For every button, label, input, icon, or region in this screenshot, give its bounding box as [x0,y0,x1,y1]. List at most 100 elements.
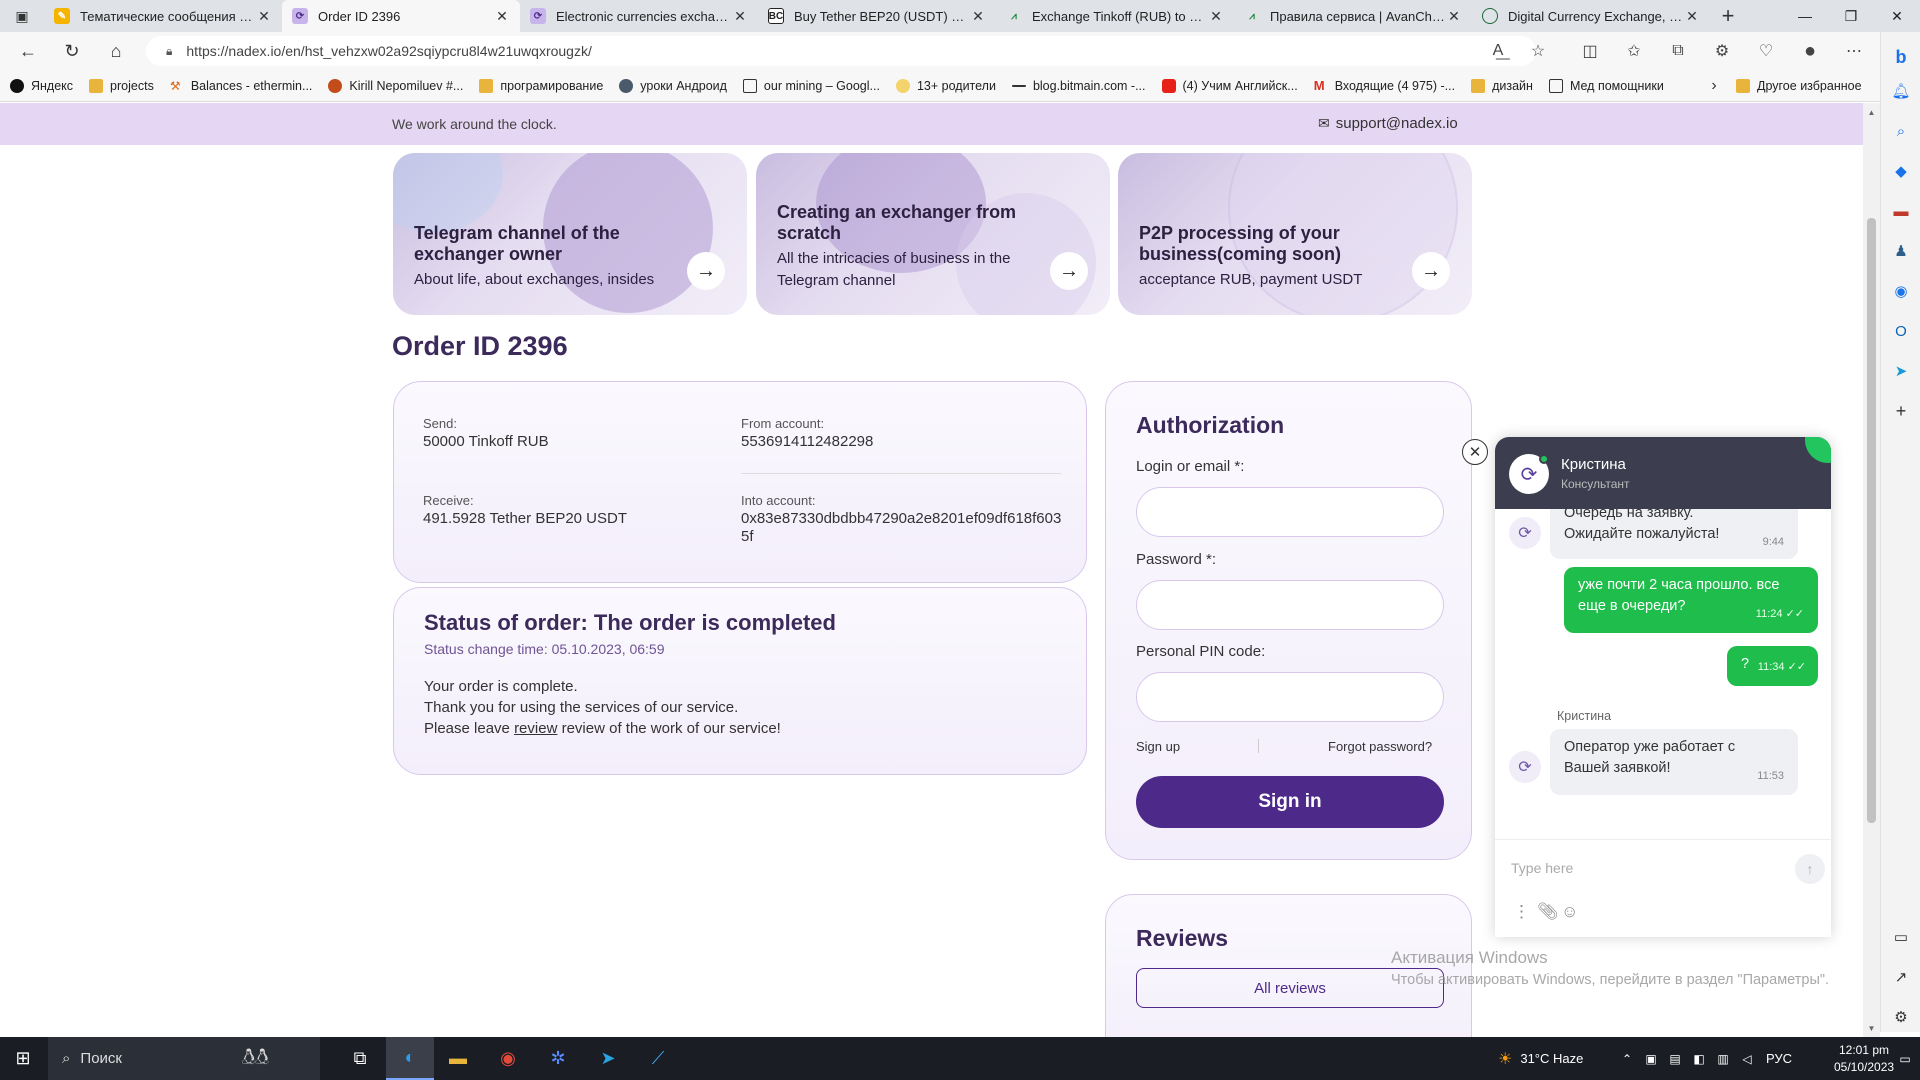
send-icon[interactable]: ➤ [1881,356,1920,386]
close-window-icon[interactable]: ✕ [1874,0,1920,32]
chat-input[interactable]: Type here [1511,860,1573,876]
bell-icon[interactable]: 🔔︎ [1881,76,1920,106]
browser-tab[interactable]: BC Buy Tether BEP20 (USDT) with Ti ✕ [758,0,996,32]
weather-widget[interactable]: ☀ 31°C Haze [1498,1037,1583,1080]
edge-icon[interactable]: ◐ [386,1037,434,1080]
telegram-icon[interactable]: ➤ [584,1037,632,1080]
more-menu-icon[interactable]: ⋯ [1832,36,1876,66]
volume-icon[interactable]: ◁ [1736,1037,1758,1080]
scroll-down-icon[interactable]: ▼ [1863,1021,1880,1035]
bookmark-item[interactable]: Kirill Nepomiluev #... [328,78,463,93]
pin-input[interactable] [1136,672,1444,722]
outlook-icon[interactable]: O [1881,316,1920,346]
app-wing-icon[interactable]: ⟋ [634,1037,682,1080]
bookmark-item[interactable]: (4) Учим Английск... [1161,78,1298,93]
collections-icon[interactable]: ⧉ [1656,36,1700,66]
address-bar[interactable]: 🔒︎ https://nadex.io/en/hst_vehzxw02a92sq… [146,36,1536,66]
office-icon[interactable]: ◉ [1881,276,1920,306]
more-vertical-icon[interactable]: ⋮ [1513,902,1530,922]
bookmark-item[interactable]: Яндекс [10,78,73,93]
promo-card-p2p[interactable]: P2P processing of your business(coming s… [1118,153,1472,315]
file-explorer-icon[interactable]: ▬ [434,1037,482,1080]
tray-app-icon[interactable]: ▤ [1664,1037,1686,1080]
forgot-password-link[interactable]: Forgot password? [1328,739,1432,754]
browser-tab[interactable]: ⩘ Правила сервиса | AvanChange ✕ [1234,0,1472,32]
games-icon[interactable]: ♟ [1881,236,1920,266]
add-icon[interactable]: + [1881,396,1920,426]
split-screen-icon[interactable]: ◫ [1568,36,1612,66]
back-icon[interactable]: ← [6,32,50,70]
sign-in-button[interactable]: Sign in [1136,776,1444,828]
bookmark-item[interactable]: 13+ родители [895,78,996,93]
password-input[interactable] [1136,580,1444,630]
bing-copilot-icon[interactable]: b [1881,42,1920,72]
windows-start-icon[interactable]: ⊞ [0,1037,46,1080]
arrow-right-icon[interactable]: → [687,252,725,290]
bookmark-item[interactable]: ⚒ Balances - ethermin... [170,79,313,93]
search-icon[interactable]: ⌕ [1881,116,1920,146]
page-scrollbar[interactable]: ▲ ▼ [1863,103,1880,1037]
taskbar-search[interactable]: ⌕ Поиск 🐧︎🐧︎ [48,1037,320,1080]
home-icon[interactable]: ⌂ [94,32,138,70]
arrow-right-icon[interactable]: → [1412,252,1450,290]
profile-avatar[interactable]: ● [1788,36,1832,66]
close-icon[interactable]: ✕ [256,8,272,25]
restore-icon[interactable]: ❐ [1828,0,1874,32]
chat-messages[interactable]: ⟳ Очередь на заявку. Ожидайте пожалуйста… [1495,509,1831,839]
app-icon[interactable]: ✲ [534,1037,582,1080]
toolbox-icon[interactable]: ▬ [1881,196,1920,226]
review-link[interactable]: review [514,720,557,737]
support-email-link[interactable]: ✉ support@nadex.io [1318,115,1458,132]
bookmark-item[interactable]: projects [89,78,154,93]
bookmark-item[interactable]: програмирование [479,78,603,93]
favorites-icon[interactable]: ✩ [1612,36,1656,66]
bookmark-item[interactable]: Мед помощники [1548,78,1664,93]
chrome-icon[interactable]: ◉ [484,1037,532,1080]
browser-essentials-icon[interactable]: ♡ [1744,36,1788,66]
chat-close-icon[interactable]: ✕ [1462,439,1488,465]
login-input[interactable] [1136,487,1444,537]
network-icon[interactable]: ▥ [1712,1037,1734,1080]
other-bookmarks[interactable]: Другое избранное [1736,70,1862,102]
settings-icon[interactable]: ⚙ [1881,1002,1920,1032]
scroll-up-icon[interactable]: ▲ [1863,105,1880,119]
tab-actions-icon[interactable]: ▣ [0,0,44,32]
read-aloud-icon[interactable]: A͟ [1478,36,1518,66]
shopping-tag-icon[interactable]: ◆ [1881,156,1920,186]
browser-tab[interactable]: Digital Currency Exchange, Buyin ✕ [1472,0,1710,32]
favorite-star-icon[interactable]: ☆ [1518,36,1558,66]
browser-tab[interactable]: ⟳ Electronic currencies exchanger ✕ [520,0,758,32]
chevron-right-icon[interactable]: › [1700,70,1728,102]
tray-app-icon[interactable]: ▣ [1640,1037,1662,1080]
language-indicator[interactable]: РУС [1766,1037,1792,1080]
promo-card-exchanger[interactable]: Creating an exchanger from scratch All t… [756,153,1110,315]
browser-tab[interactable]: ⩘ Exchange Tinkoff (RUB) to USDT ✕ [996,0,1234,32]
attachment-icon[interactable]: 📎︎ [1537,902,1559,922]
notifications-icon[interactable]: ▭ [1894,1037,1916,1080]
bookmark-item[interactable]: M Входящие (4 975) -... [1314,78,1455,93]
task-view-icon[interactable]: ⧉ [336,1037,384,1080]
browser-tab[interactable]: ✎ Тематические сообщения на Fl ✕ [44,0,282,32]
new-tab-button[interactable]: + [1710,0,1746,32]
emoji-icon[interactable]: ☺ [1561,902,1578,922]
close-icon[interactable]: ✕ [1684,8,1700,25]
lock-icon[interactable]: 🔒︎ [166,44,172,59]
bookmark-item[interactable]: уроки Андроид [619,78,727,93]
arrow-right-icon[interactable]: → [1050,252,1088,290]
close-icon[interactable]: ✕ [1208,8,1224,25]
minimize-icon[interactable]: — [1782,0,1828,32]
bookmark-item[interactable]: дизайн [1471,78,1533,93]
close-icon[interactable]: ✕ [732,8,748,25]
tray-app-icon[interactable]: ◧ [1688,1037,1710,1080]
bookmark-item[interactable]: our mining – Googl... [742,78,880,93]
chevron-up-icon[interactable]: ⌃ [1616,1037,1638,1080]
scroll-thumb[interactable] [1867,218,1876,823]
refresh-icon[interactable]: ↻ [50,32,94,70]
bookmark-item[interactable]: blog.bitmain.com -... [1011,79,1146,93]
extension-icon[interactable]: ⚙ [1700,36,1744,66]
sign-up-link[interactable]: Sign up [1136,739,1180,754]
clock[interactable]: 12:01 pm 05/10/2023 [1834,1042,1894,1076]
browser-tab-active[interactable]: ⟳ Order ID 2396 ✕ [282,0,520,32]
close-icon[interactable]: ✕ [494,8,510,25]
external-link-icon[interactable]: ↗ [1881,962,1920,992]
